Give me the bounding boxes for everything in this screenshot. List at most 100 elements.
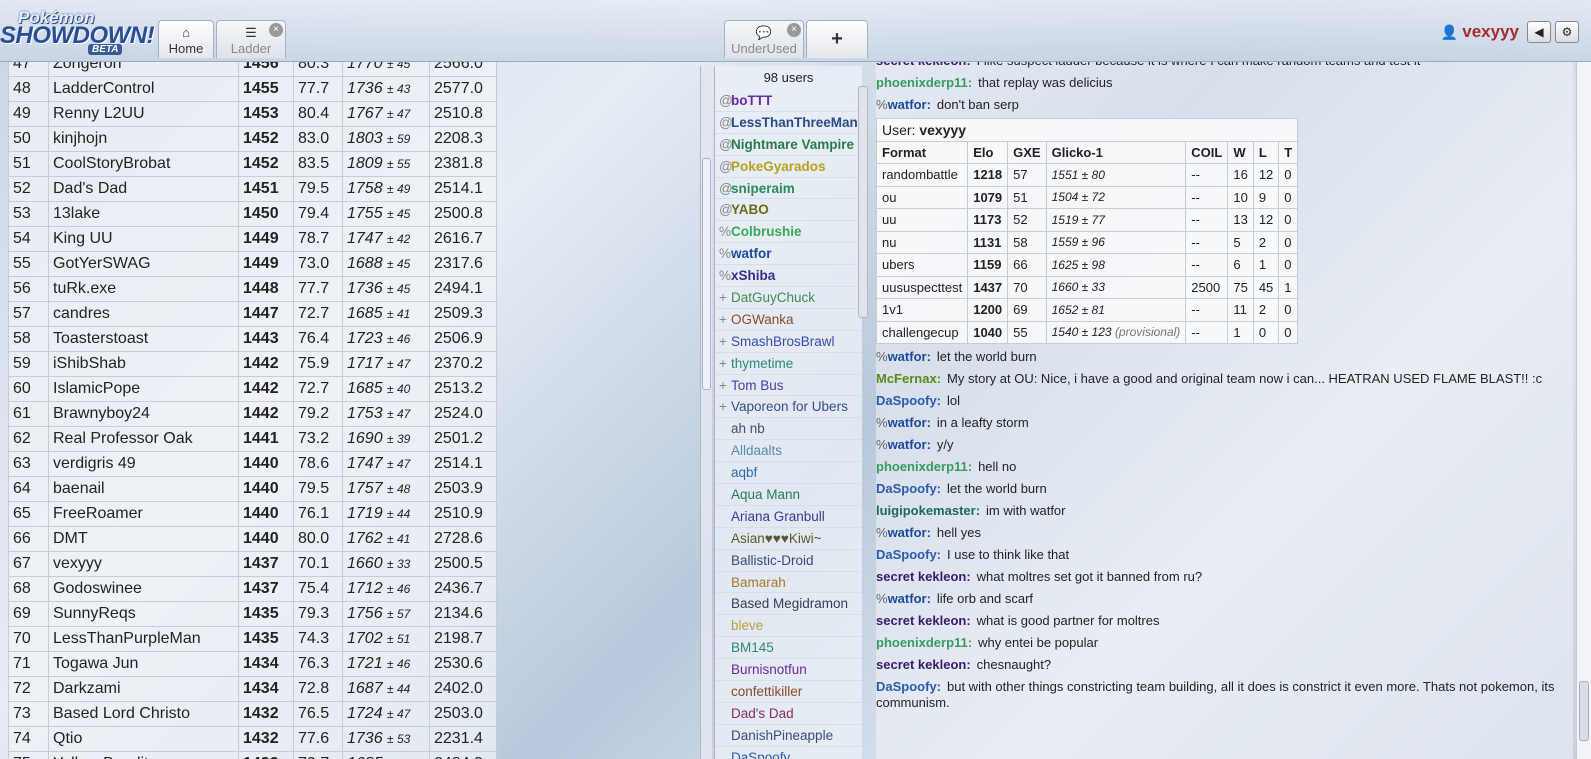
close-tab-ladder-icon[interactable]: ×: [269, 23, 283, 37]
ladder-player-name[interactable]: Based Lord Christo: [48, 701, 239, 727]
ladder-player-name[interactable]: SunnyReqs: [48, 601, 239, 627]
userlist-item[interactable]: confettikiller: [715, 681, 862, 703]
speaker-icon: ◀: [1534, 25, 1544, 39]
userlist-item[interactable]: %watfor: [715, 243, 862, 266]
chat-author[interactable]: %watfor:: [876, 349, 931, 364]
userlist-item[interactable]: ah nb: [715, 418, 862, 441]
chat-author[interactable]: %watfor:: [876, 525, 931, 540]
ladder-scrollbar-thumb[interactable]: [702, 158, 711, 390]
chat-author[interactable]: DaSpoofy:: [876, 547, 941, 562]
ladder-player-name[interactable]: Darkzami: [48, 676, 239, 702]
userlist-item[interactable]: Burnisnotfun: [715, 659, 862, 682]
userlist-item[interactable]: + DatGuyChuck: [715, 287, 862, 309]
userlist-item[interactable]: DanishPineapple: [715, 725, 862, 747]
tab-ladder[interactable]: ☰ Ladder ×: [216, 20, 286, 58]
ladder-player-name[interactable]: vexyyy: [48, 551, 239, 577]
userlist-item[interactable]: Ariana Granbull: [715, 506, 862, 528]
panel-resize-handle[interactable]: [700, 66, 712, 759]
chat-author[interactable]: secret kekleon:: [876, 613, 971, 628]
tab-home[interactable]: ⌂ Home: [158, 20, 214, 58]
userlist-username: confettikiller: [731, 684, 803, 700]
chat-author[interactable]: DaSpoofy:: [876, 393, 941, 408]
ladder-player-name[interactable]: Brawnyboy24: [48, 401, 239, 427]
chat-author[interactable]: secret kekleon:: [876, 657, 971, 672]
chat-author[interactable]: phoenixderp11:: [876, 75, 972, 90]
settings-button[interactable]: ⚙: [1555, 21, 1579, 43]
userlist-item[interactable]: bleve: [715, 615, 862, 638]
userlist-item[interactable]: + thymetime: [715, 353, 862, 375]
ladder-player-name[interactable]: FreeRoamer: [48, 501, 239, 527]
new-tab-button[interactable]: +: [806, 20, 868, 58]
sound-button[interactable]: ◀: [1527, 21, 1551, 43]
userlist-item[interactable]: @PokeGyarados: [715, 156, 862, 178]
ladder-player-name[interactable]: candres: [48, 301, 239, 327]
userlist-item[interactable]: BM145: [715, 637, 862, 660]
ladder-player-name[interactable]: GotYerSWAG: [48, 251, 239, 277]
userlist-item[interactable]: + OGWanka: [715, 309, 862, 331]
chat-author[interactable]: %watfor:: [876, 437, 931, 452]
userlist-item[interactable]: + SmashBrosBrawl: [715, 331, 862, 353]
ladder-player-name[interactable]: Dad's Dad: [48, 176, 239, 202]
ladder-player-name[interactable]: kinjhojn: [48, 126, 239, 152]
rank-user-name[interactable]: vexyyy: [919, 122, 966, 138]
userlist-scrollbar[interactable]: [858, 86, 868, 318]
chat-author[interactable]: secret kekleon:: [876, 62, 971, 68]
ladder-player-name[interactable]: Real Professor Oak: [48, 426, 239, 452]
userlist-item[interactable]: aqbf: [715, 462, 862, 485]
chat-author[interactable]: %watfor:: [876, 415, 931, 430]
ladder-player-name[interactable]: iShibShab: [48, 351, 239, 377]
ladder-player-name[interactable]: CoolStoryBrobat: [48, 151, 239, 177]
author-group-symbol: %: [876, 525, 888, 540]
chat-author[interactable]: luigipokemaster:: [876, 503, 980, 518]
chat-author[interactable]: McFernax:: [876, 371, 941, 386]
userlist-item[interactable]: @YABO: [715, 199, 862, 222]
ladder-player-name[interactable]: Renny L2UU: [48, 101, 239, 127]
ladder-player-name[interactable]: Zongeron: [48, 62, 239, 77]
ladder-player-name[interactable]: verdigris 49: [48, 451, 239, 477]
ladder-player-name[interactable]: LadderControl: [48, 76, 239, 102]
userlist-item[interactable]: Based Megidramon: [715, 593, 862, 616]
chat-scrollbar[interactable]: [1576, 62, 1591, 759]
chat-author[interactable]: phoenixderp11:: [876, 459, 972, 474]
userlist-item[interactable]: + Tom Bus: [715, 375, 862, 397]
ladder-player-name[interactable]: LessThanPurpleMan: [48, 626, 239, 652]
ladder-player-name[interactable]: baenail: [48, 476, 239, 502]
chat-author[interactable]: %watfor:: [876, 591, 931, 606]
userlist-item[interactable]: Aqua Mann: [715, 484, 862, 506]
ladder-player-name[interactable]: King UU: [48, 226, 239, 252]
ladder-player-name[interactable]: 13lake: [48, 201, 239, 227]
chat-author[interactable]: %watfor:: [876, 97, 931, 112]
userlist-item[interactable]: DaSpoofy: [715, 747, 862, 759]
ladder-gxe: 76.4: [293, 326, 343, 352]
userlist-item[interactable]: @LessThanThreeMan: [715, 112, 862, 134]
ladder-player-name[interactable]: Toasterstoast: [48, 326, 239, 352]
userlist-item[interactable]: %xShiba: [715, 265, 862, 288]
ladder-player-name[interactable]: IslamicPope: [48, 376, 239, 402]
ladder-player-name[interactable]: tuRk.exe: [48, 276, 239, 302]
userlist-item[interactable]: Bamarah: [715, 572, 862, 594]
chat-author[interactable]: phoenixderp11:: [876, 635, 972, 650]
userlist-item[interactable]: @Nightmare Vampire: [715, 134, 862, 156]
chat-author[interactable]: DaSpoofy:: [876, 481, 941, 496]
username[interactable]: vexyyy: [1462, 22, 1519, 42]
rank-losses: 9: [1252, 185, 1280, 209]
userlist-item[interactable]: Dad's Dad: [715, 703, 862, 725]
ladder-player-name[interactable]: DMT: [48, 526, 239, 552]
tab-underused[interactable]: 💬 UnderUsed ×: [724, 20, 804, 58]
chat-author[interactable]: DaSpoofy:: [876, 679, 941, 694]
ladder-player-name[interactable]: Togawa Jun: [48, 651, 239, 677]
userlist-item[interactable]: + Vaporeon for Ubers: [715, 396, 862, 419]
userlist-item[interactable]: @boTTT: [715, 90, 862, 112]
userlist-item[interactable]: @sniperaim: [715, 178, 862, 200]
pokemon-showdown-logo[interactable]: Pokémon SHOWDOWN! BETA: [0, 4, 156, 58]
ladder-player-name[interactable]: Qtio: [48, 726, 239, 752]
userlist-item[interactable]: %Colbrushie: [715, 221, 862, 244]
close-tab-underused-icon[interactable]: ×: [787, 23, 801, 37]
ladder-player-name[interactable]: Yellow Bandit: [48, 751, 239, 759]
userlist-item[interactable]: Ballistic-Droid: [715, 550, 862, 572]
ladder-player-name[interactable]: Godoswinee: [48, 576, 239, 602]
chat-author[interactable]: secret kekleon:: [876, 569, 971, 584]
chat-scrollbar-thumb[interactable]: [1579, 681, 1589, 741]
userlist-item[interactable]: Asian♥♥♥Kiwi~: [715, 528, 862, 550]
userlist-item[interactable]: Alldaalts: [715, 440, 862, 463]
